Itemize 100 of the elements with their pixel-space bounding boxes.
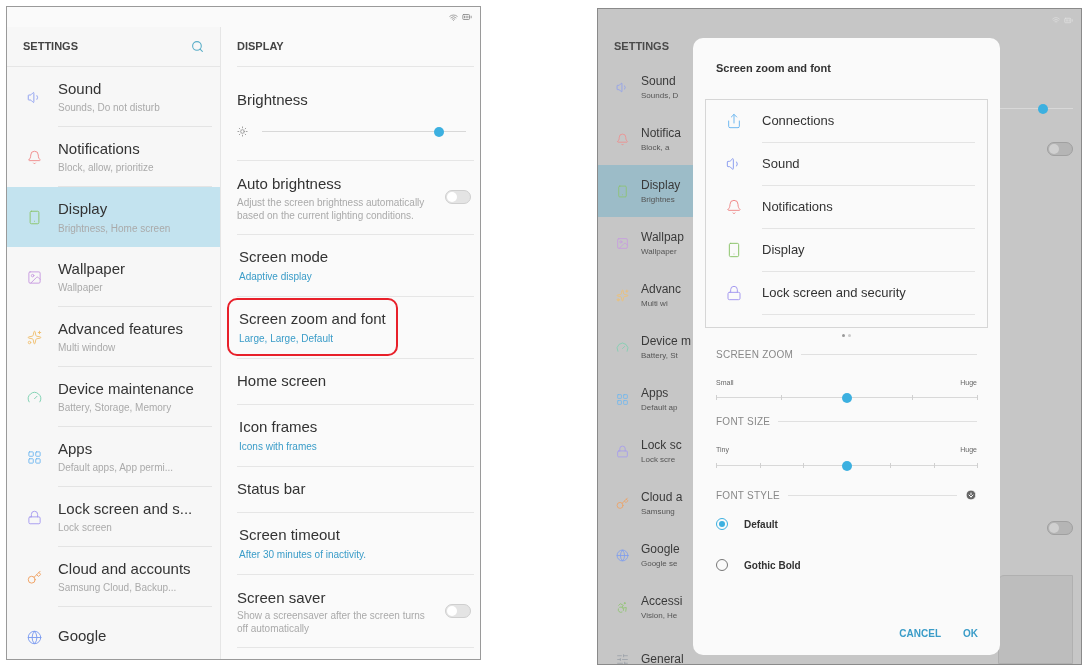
setting-value: After 30 minutes of inactivity. [239,547,367,562]
lock-icon [27,509,42,525]
image-icon [616,236,629,250]
item-subtitle: Multi wi [641,298,669,310]
battery-icon [1064,15,1073,25]
preview-item: Display [762,240,805,259]
item-title: Device maintenance [58,378,195,399]
setting-title: Screen mode [239,247,329,268]
setting-title: Screen timeout [239,525,341,546]
share-icon [726,113,742,129]
brightness-slider[interactable] [262,125,466,138]
item-subtitle: Sounds, D [641,90,679,102]
item-subtitle: Samsung [641,506,676,518]
setting-title[interactable]: Home screen [237,369,327,393]
setting-title: Icon frames [239,417,318,438]
section-heading: SCREEN ZOOM [716,347,794,362]
item-subtitle: Multi window [58,341,117,356]
grid-icon [27,449,42,465]
bell-icon [616,132,629,146]
lock-icon [616,444,629,458]
gauge-icon [27,389,42,405]
item-subtitle: Brightnes [641,194,676,206]
item-subtitle: Vision, He [641,610,679,622]
item-title: Cloud a [641,489,683,506]
slider-thumb[interactable] [1038,104,1048,114]
item-title: Display [58,199,109,220]
size-slider[interactable] [716,392,977,404]
wifi-icon [449,12,458,22]
setting-title: Screen saver [237,587,327,608]
person-icon [616,600,629,614]
item-subtitle: Default ap [641,402,678,414]
image-icon [27,269,42,285]
item-subtitle: Block, allow, prioritize [58,161,155,176]
sidebar-item[interactable]: Display Brightness, Home screen [7,187,220,247]
setting-row[interactable]: Icon frames Icons with frames [227,406,330,464]
item-subtitle: Lock scre [641,454,677,466]
item-subtitle: Wallpaper [641,246,678,258]
preview-item: Connections [762,111,835,130]
item-title: Apps [58,438,94,459]
bell-icon [726,199,742,215]
toggle-switch[interactable] [445,190,471,205]
item-title: Accessi [641,593,683,610]
setting-row[interactable]: Screen timeout After 30 minutes of inactivity. [227,514,379,572]
item-title: Advanced features [58,318,185,339]
pane-title: DISPLAY [237,39,284,55]
battery-icon [462,12,472,22]
item-subtitle: Google se [641,558,679,570]
item-title: Sound [58,78,103,99]
item-subtitle: Lock screen [58,521,113,536]
item-title: Wallpaper [58,258,126,279]
item-title: Google [641,541,680,558]
slider-thumb[interactable] [841,460,852,471]
preview-item: Notifications [762,197,833,216]
item-title: Lock screen and s... [58,498,194,519]
sidebar-title: SETTINGS [23,39,78,55]
sliders-icon [616,652,629,664]
item-title: Advanc [641,281,682,298]
setting-title[interactable]: Status bar [237,477,306,501]
setting-description: Show a screensaver after the screen turns off automatically [237,609,426,635]
setting-value: Adaptive display [239,269,313,284]
setting-value: Icons with frames [239,439,318,454]
radio-option[interactable]: Default [705,504,988,544]
setting-title: Brightness [237,90,309,111]
item-subtitle: Samsung Cloud, Backup... [58,581,178,596]
size-slider[interactable] [716,459,977,472]
setting-row[interactable]: Screen mode Adaptive display [227,236,341,294]
item-title: Wallpap [641,229,684,246]
item-title: Notifica [641,125,681,142]
download-icon[interactable] [965,489,977,501]
globe-icon [616,548,629,562]
phone-icon [27,209,42,225]
key-icon [616,496,629,510]
item-subtitle: Default apps, App permi... [58,461,175,476]
setting-row[interactable]: Screen zoom and font Large, Large, Default [227,298,398,356]
item-title: Apps [641,385,670,402]
globe-icon [27,629,42,645]
item-title: Cloud and accounts [58,558,192,579]
item-subtitle: Block, a [641,142,671,154]
toggle-switch[interactable] [1047,521,1073,535]
slider-thumb[interactable] [434,126,445,137]
preview-item: Lock screen and security [762,283,906,302]
search-icon[interactable] [191,40,204,53]
section-heading: FONT STYLE [716,488,780,503]
toggle-switch[interactable] [445,603,471,618]
setting-value: Large, Large, Default [239,331,334,346]
lock-icon [726,285,742,301]
setting-description: Adjust the screen brightness automatically based on the current lighting conditions. [237,195,426,222]
item-subtitle: Battery, St [641,350,679,362]
sidebar-title: SETTINGS [614,38,669,54]
item-title: Device m [641,333,691,350]
brightness-icon [237,126,248,138]
radio-option[interactable]: Gothic Bold [705,545,988,585]
gauge-icon [616,340,629,354]
item-title: General [641,651,684,664]
item-title: Lock sc [641,437,682,454]
speaker-icon [616,80,629,94]
preview-item: Sound [762,154,800,173]
toggle-switch[interactable] [1047,142,1073,156]
item-subtitle: Brightness, Home screen [58,221,172,236]
slider-thumb[interactable] [841,393,852,403]
